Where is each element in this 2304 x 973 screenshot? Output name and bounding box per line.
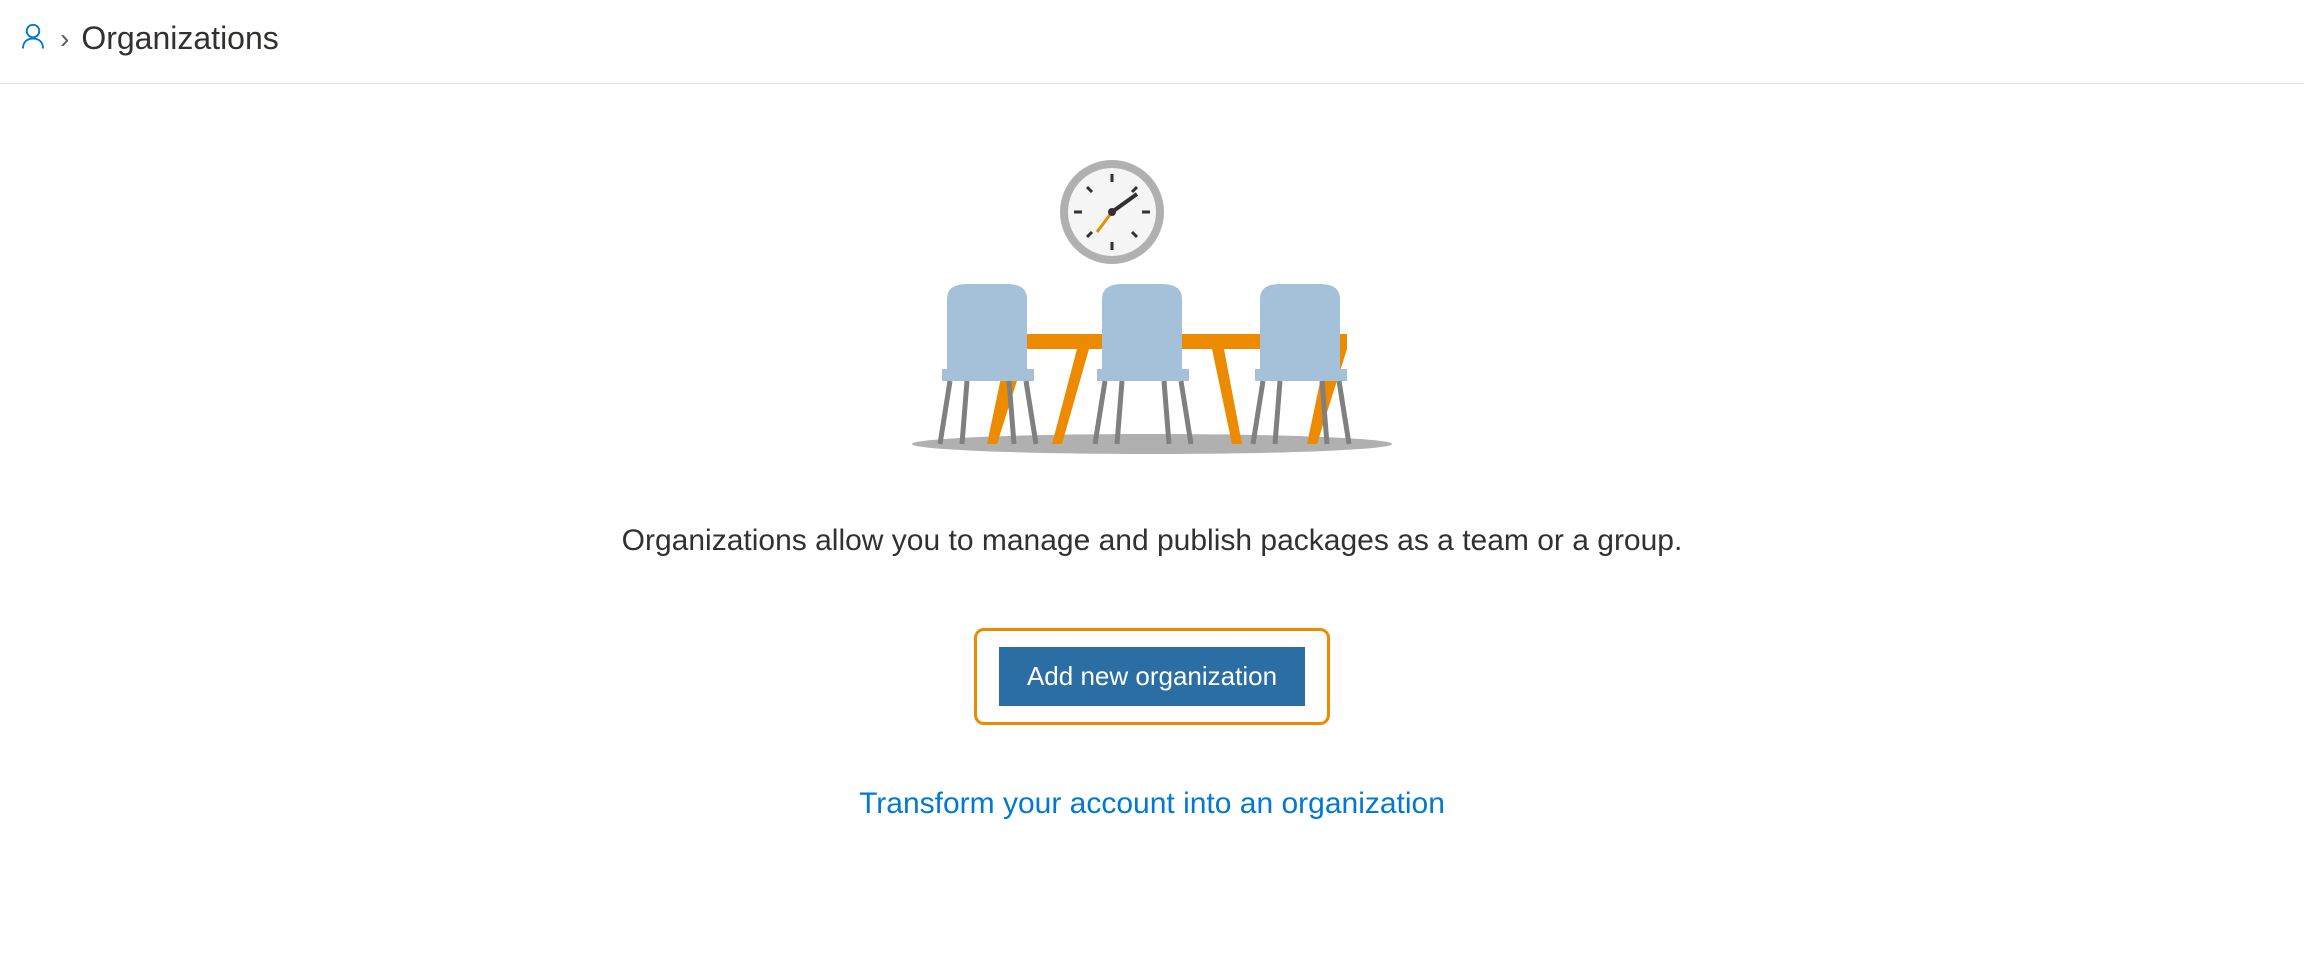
- breadcrumb-current: Organizations: [81, 20, 278, 57]
- main-content: Organizations allow you to manage and pu…: [0, 84, 2304, 821]
- transform-account-link[interactable]: Transform your account into an organizat…: [859, 787, 1445, 821]
- breadcrumb: › Organizations: [0, 0, 2304, 84]
- chevron-right-icon: ›: [60, 23, 69, 55]
- empty-state-illustration: [912, 154, 1392, 454]
- user-icon[interactable]: [18, 21, 48, 56]
- highlight-box: Add new organization: [974, 628, 1330, 725]
- add-new-organization-button[interactable]: Add new organization: [999, 647, 1305, 706]
- empty-state-description: Organizations allow you to manage and pu…: [622, 524, 1683, 558]
